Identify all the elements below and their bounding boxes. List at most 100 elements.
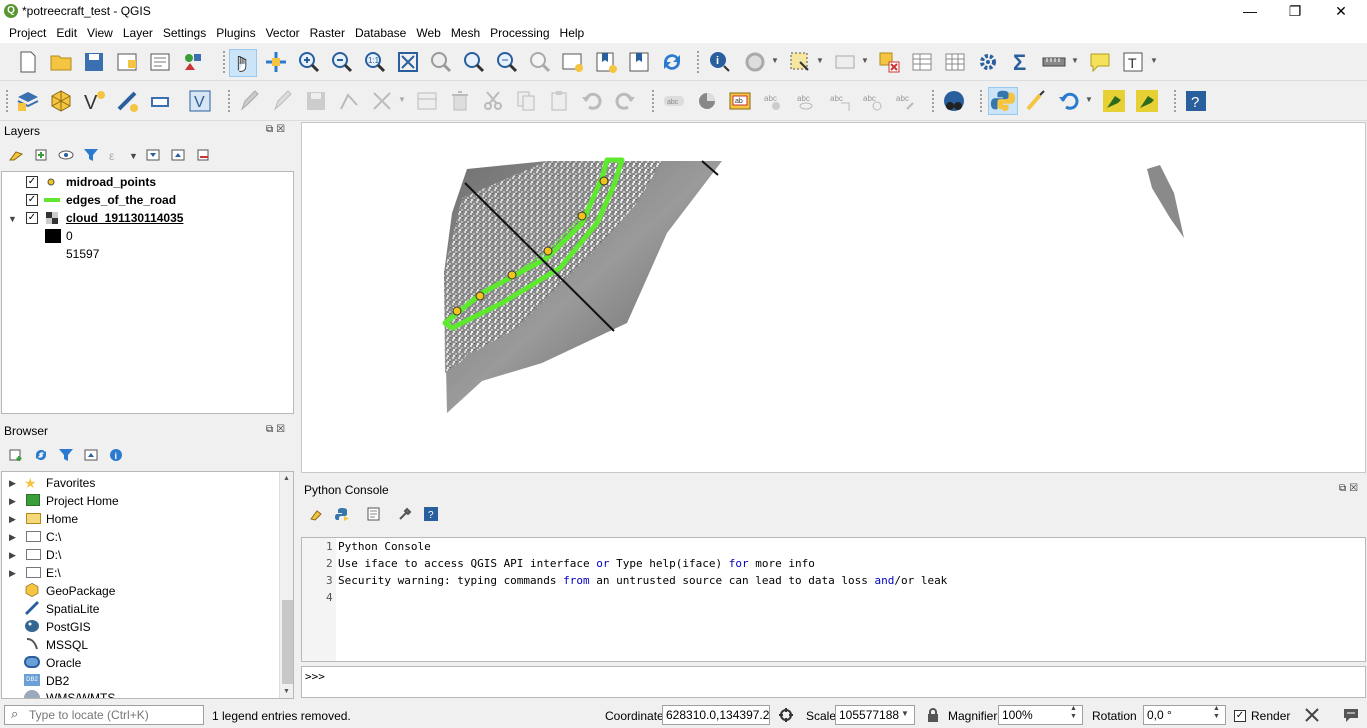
browser-item-geopackage[interactable]: GeoPackage: [46, 584, 115, 598]
midroad-point[interactable]: [452, 306, 462, 316]
help-contents-icon[interactable]: ?: [1184, 89, 1208, 113]
zoom-last-icon[interactable]: [495, 50, 519, 74]
select-by-value-icon[interactable]: [833, 50, 857, 74]
toolbar-grip[interactable]: [697, 51, 700, 73]
browser-item-e[interactable]: E:\: [46, 566, 61, 580]
browser-item-oracle[interactable]: Oracle: [46, 656, 81, 670]
zoom-to-selection-icon[interactable]: [429, 50, 453, 74]
help-icon[interactable]: ?: [423, 507, 439, 521]
menu-vector[interactable]: Vector: [261, 24, 305, 42]
browser-item-c[interactable]: C:\: [46, 530, 61, 544]
collapse-all-icon[interactable]: [170, 148, 186, 162]
refresh-browser-icon[interactable]: [33, 448, 49, 462]
new-project-icon[interactable]: [16, 50, 40, 74]
toolbar-grip[interactable]: [228, 90, 231, 112]
rotation-field[interactable]: 0,0 ° ▲ ▼: [1143, 705, 1226, 725]
deselect-all-icon[interactable]: [877, 50, 901, 74]
delete-selected-icon[interactable]: [448, 89, 472, 113]
scale-field[interactable]: 105577188 ▼: [835, 705, 915, 725]
chevron-down-icon[interactable]: ▼: [901, 709, 909, 718]
new-print-layout-icon[interactable]: [115, 50, 139, 74]
clear-console-icon[interactable]: [309, 507, 325, 521]
menu-database[interactable]: Database: [350, 24, 411, 42]
menu-help[interactable]: Help: [555, 24, 590, 42]
zoom-next-icon[interactable]: [528, 50, 552, 74]
toolbar-grip[interactable]: [1174, 90, 1177, 112]
float-panel-icon[interactable]: ⧉: [266, 424, 273, 435]
expand-arrow-icon[interactable]: ▶: [9, 568, 16, 579]
collapse-browser-icon[interactable]: [83, 448, 99, 462]
layer-cloud[interactable]: cloud_191130114035: [66, 211, 183, 225]
action-icon[interactable]: [743, 50, 767, 74]
toolbar-grip[interactable]: [652, 90, 655, 112]
toolbar-grip[interactable]: [223, 51, 226, 73]
zoom-native-icon[interactable]: 1:1: [363, 50, 387, 74]
identify-icon[interactable]: i: [708, 50, 732, 74]
menu-layer[interactable]: Layer: [118, 24, 158, 42]
pin-labels-icon[interactable]: abc: [761, 89, 785, 113]
layer-labeling-icon[interactable]: abc: [662, 89, 686, 113]
field-calculator-icon[interactable]: [943, 50, 967, 74]
new-virtual-layer-icon[interactable]: V: [188, 89, 212, 113]
zoom-full-icon[interactable]: [396, 50, 420, 74]
browser-scrollbar[interactable]: ▲ ▼: [279, 472, 293, 698]
rotate-label-icon[interactable]: abc: [860, 89, 884, 113]
potreecraft-plugin-icon[interactable]: [1102, 89, 1126, 113]
zoom-in-icon[interactable]: [297, 50, 321, 74]
processing-toolbox-icon[interactable]: [976, 50, 1000, 74]
toolbar-grip[interactable]: [932, 90, 935, 112]
magnifier-field[interactable]: 100% ▲ ▼: [998, 705, 1083, 725]
layer-visibility-checkbox[interactable]: ✓: [26, 212, 38, 224]
chevron-down-icon[interactable]: ▼: [771, 56, 779, 65]
potreecraft-plugin-2-icon[interactable]: [1135, 89, 1159, 113]
chevron-down-icon[interactable]: ▼: [129, 151, 138, 161]
close-panel-icon[interactable]: ☒: [276, 424, 285, 435]
filter-browser-icon[interactable]: [58, 448, 74, 462]
zoom-out-icon[interactable]: [330, 50, 354, 74]
attribute-table-icon[interactable]: [910, 50, 934, 74]
chevron-down-icon[interactable]: ▼: [1085, 95, 1093, 104]
midroad-point[interactable]: [599, 176, 609, 186]
text-annotation-icon[interactable]: T: [1121, 50, 1145, 74]
expand-arrow-icon[interactable]: ▶: [9, 514, 16, 525]
menu-edit[interactable]: Edit: [51, 24, 82, 42]
add-group-icon[interactable]: [33, 148, 49, 162]
map-render[interactable]: [302, 123, 1367, 474]
browser-item-mssql[interactable]: MSSQL: [46, 638, 88, 652]
menu-view[interactable]: View: [82, 24, 118, 42]
new-temporary-layer-icon[interactable]: [148, 89, 172, 113]
browser-item-db2[interactable]: DB2: [46, 674, 69, 688]
add-feature-icon[interactable]: [337, 89, 361, 113]
menu-settings[interactable]: Settings: [158, 24, 211, 42]
current-edits-icon[interactable]: [238, 89, 262, 113]
browser-item-project-home[interactable]: Project Home: [46, 494, 119, 508]
style-panel-icon[interactable]: [8, 148, 24, 162]
layer-midroad-points[interactable]: midroad_points: [66, 175, 156, 189]
plugin-reload-icon[interactable]: [1057, 89, 1081, 113]
pan-to-selection-icon[interactable]: [264, 50, 288, 74]
browser-item-d[interactable]: D:\: [46, 548, 61, 562]
close-panel-icon[interactable]: ☒: [1349, 483, 1358, 494]
midroad-point[interactable]: [475, 291, 485, 301]
show-editor-icon[interactable]: [366, 507, 382, 521]
run-command-icon[interactable]: [334, 507, 350, 521]
expand-arrow-icon[interactable]: ▶: [9, 550, 16, 561]
layer-visibility-checkbox[interactable]: ✓: [26, 176, 38, 188]
style-manager-icon[interactable]: [181, 50, 205, 74]
map-tips-icon[interactable]: [1088, 50, 1112, 74]
redo-icon[interactable]: [613, 89, 637, 113]
info-icon[interactable]: i: [108, 448, 124, 462]
open-project-icon[interactable]: [49, 50, 73, 74]
show-bookmarks-icon[interactable]: [627, 50, 651, 74]
toggle-extents-icon[interactable]: [778, 707, 794, 723]
remove-layer-icon[interactable]: [195, 148, 211, 162]
new-geopackage-layer-icon[interactable]: [49, 89, 73, 113]
change-label-icon[interactable]: abc: [893, 89, 917, 113]
expand-all-icon[interactable]: [145, 148, 161, 162]
filter-legend-icon[interactable]: [83, 148, 99, 162]
menu-processing[interactable]: Processing: [485, 24, 554, 42]
expand-arrow-icon[interactable]: ▶: [9, 478, 16, 489]
manage-map-themes-icon[interactable]: [58, 148, 74, 162]
python-console-output[interactable]: 1 2 3 4 Python Console Use iface to acce…: [301, 537, 1366, 662]
spinner-arrows-icon[interactable]: ▲ ▼: [1070, 705, 1077, 721]
